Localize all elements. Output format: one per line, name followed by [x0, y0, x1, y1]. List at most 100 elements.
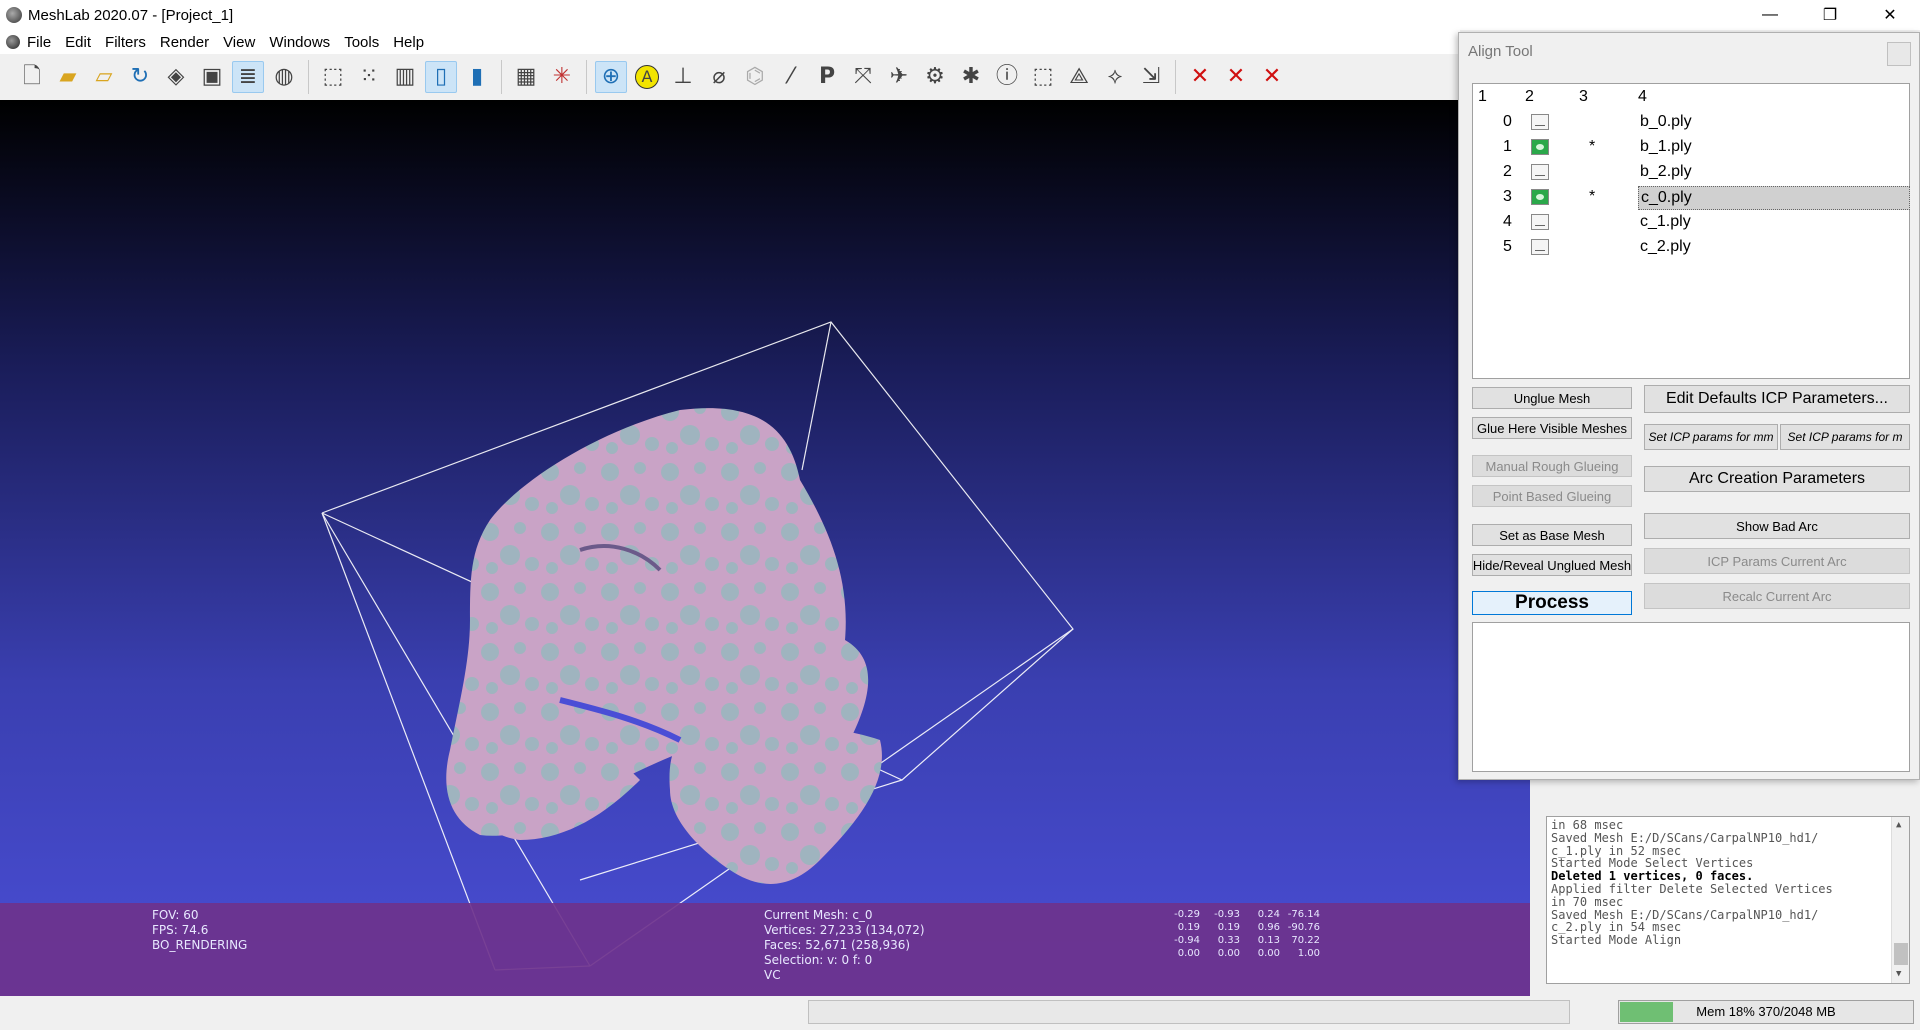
measure-icon[interactable]: ⊥	[667, 61, 699, 93]
p-icon[interactable]: P	[811, 61, 843, 93]
hide-reveal-unglued-button[interactable]: Hide/Reveal Unglued Mesh	[1472, 554, 1632, 576]
close-button[interactable]: ✕	[1860, 0, 1920, 30]
menu-windows[interactable]: Windows	[262, 34, 337, 51]
select-faces-icon[interactable]: ⬚	[1027, 61, 1059, 93]
unglue-mesh-button[interactable]: Unglue Mesh	[1472, 387, 1632, 409]
menu-edit[interactable]: Edit	[58, 34, 98, 51]
visibility-toggle-icon[interactable]	[1531, 214, 1549, 230]
select-conn-icon[interactable]: ⇲	[1135, 61, 1167, 93]
glued-marker: *	[1589, 188, 1596, 205]
log-scrollbar[interactable]: ▲ ▼	[1891, 817, 1909, 983]
mesh-name[interactable]: c_0.ply	[1638, 186, 1910, 210]
scroll-thumb[interactable]	[1894, 943, 1908, 965]
select-vertices-icon[interactable]: ⟁	[1063, 61, 1095, 93]
menu-filters[interactable]: Filters	[98, 34, 153, 51]
flat-icon[interactable]: ▯	[425, 61, 457, 93]
manual-rough-glueing-button[interactable]: Manual Rough Glueing	[1472, 455, 1632, 477]
menu-render[interactable]: Render	[153, 34, 216, 51]
smooth-icon[interactable]: ▮	[461, 61, 493, 93]
status-message-field	[808, 1000, 1570, 1024]
glue-visible-meshes-button[interactable]: Glue Here Visible Meshes	[1472, 417, 1632, 439]
mesh-name[interactable]: b_0.ply	[1638, 111, 1910, 133]
vertices-label: Vertices: 27,233 (134,072)	[764, 923, 925, 937]
point-based-glueing-button[interactable]: Point Based Glueing	[1472, 485, 1632, 507]
set-base-mesh-button[interactable]: Set as Base Mesh	[1472, 524, 1632, 546]
mesh-row[interactable]: 1 * b_1.ply	[1473, 135, 1909, 160]
axis-icon[interactable]: ✳	[546, 61, 578, 93]
menu-view[interactable]: View	[216, 34, 262, 51]
visibility-toggle-icon[interactable]	[1531, 114, 1549, 130]
delete-all-icon[interactable]: ✕	[1256, 61, 1288, 93]
maximize-button[interactable]: ❐	[1800, 0, 1860, 30]
panel-float-button[interactable]	[1887, 42, 1911, 66]
icp-params-current-arc-button[interactable]: ICP Params Current Arc	[1644, 548, 1910, 574]
brush-icon[interactable]: ⁄	[775, 61, 807, 93]
mesh-row[interactable]: 5 c_2.ply	[1473, 235, 1909, 260]
trackball-icon[interactable]: ⊕	[595, 61, 627, 93]
align-info-area[interactable]	[1472, 622, 1910, 772]
show-bad-arc-button[interactable]: Show Bad Arc	[1644, 513, 1910, 539]
mesh-name[interactable]: b_1.ply	[1638, 136, 1910, 158]
points-icon[interactable]: ⁙	[353, 61, 385, 93]
wireframe-icon[interactable]: ▥	[389, 61, 421, 93]
menu-tools[interactable]: Tools	[337, 34, 386, 51]
icp-params-m-button[interactable]: Set ICP params for m	[1780, 424, 1910, 450]
vc-label: VC	[764, 968, 781, 982]
matrix-cell: 1.00	[1297, 948, 1320, 959]
mesh-row[interactable]: 0 b_0.ply	[1473, 110, 1909, 135]
log-lines: in 68 msec Saved Mesh E:/D/SCans/CarpalNP…	[1551, 819, 1905, 947]
open-project-icon[interactable]: ▰	[52, 61, 84, 93]
snapshot-icon[interactable]: ▣	[196, 61, 228, 93]
layers-icon[interactable]: ≣	[232, 61, 264, 93]
arc-creation-parameters-button[interactable]: Arc Creation Parameters	[1644, 466, 1910, 492]
new-project-icon[interactable]: 🗋	[16, 61, 48, 93]
meshlab-window: MeshLab 2020.07 - [Project_1] — ❐ ✕ File…	[0, 0, 1920, 1030]
reload-icon[interactable]: ↻	[124, 61, 156, 93]
mesh-name[interactable]: c_2.ply	[1638, 236, 1910, 258]
mesh-name[interactable]: b_2.ply	[1638, 161, 1910, 183]
matrix-cell: 0.19	[1177, 922, 1200, 933]
toolbar-separator	[308, 60, 309, 94]
info-icon[interactable]: ⓘ	[991, 61, 1023, 93]
icp-params-mm-button[interactable]: Set ICP params for mm	[1644, 424, 1778, 450]
scroll-up-icon[interactable]: ▲	[1896, 819, 1901, 832]
annotate-icon[interactable]: A	[631, 61, 663, 93]
column-header: 4	[1638, 88, 1647, 105]
matrix-cell: 0.19	[1217, 922, 1240, 933]
mesh-row[interactable]: 3 * c_0.ply	[1473, 185, 1910, 210]
process-button[interactable]: Process	[1472, 591, 1632, 615]
bbox-icon[interactable]: ⬚	[317, 61, 349, 93]
mesh-name[interactable]: c_1.ply	[1638, 211, 1910, 233]
mesh-row[interactable]: 2 b_2.ply	[1473, 160, 1909, 185]
log-panel[interactable]: in 68 msec Saved Mesh E:/D/SCans/CarpalNP…	[1546, 816, 1910, 984]
system-menu-icon[interactable]	[6, 35, 20, 49]
3d-viewport[interactable]: FOV: 60 FPS: 74.6 BO_RENDERING Current M…	[0, 100, 1530, 996]
render-icon[interactable]: ◍	[268, 61, 300, 93]
align-icon[interactable]: ✈	[883, 61, 915, 93]
visibility-toggle-icon[interactable]	[1531, 239, 1549, 255]
reference-icon[interactable]: ⚙	[919, 61, 951, 93]
select-icon[interactable]: ⤧	[847, 61, 879, 93]
visibility-toggle-icon[interactable]	[1531, 189, 1549, 205]
menu-file[interactable]: File	[20, 34, 58, 51]
select-connected-icon[interactable]: ⟡	[1099, 61, 1131, 93]
visibility-toggle-icon[interactable]	[1531, 164, 1549, 180]
delete-vertices-icon[interactable]: ✕	[1220, 61, 1252, 93]
delete-faces-icon[interactable]: ✕	[1184, 61, 1216, 93]
mesh-row[interactable]: 4 c_1.ply	[1473, 210, 1909, 235]
color-icon[interactable]: ▦	[510, 61, 542, 93]
paint-icon[interactable]: ⌀	[703, 61, 735, 93]
minimize-button[interactable]: —	[1740, 0, 1800, 30]
recalc-current-arc-button[interactable]: Recalc Current Arc	[1644, 583, 1910, 609]
open-mesh-icon[interactable]: ▱	[88, 61, 120, 93]
pickpoints-icon[interactable]: ⌬	[739, 61, 771, 93]
save-icon[interactable]: ◈	[160, 61, 192, 93]
mesh-info: Current Mesh: c_0 Vertices: 27,233 (134,…	[764, 908, 925, 983]
visibility-toggle-icon[interactable]	[1531, 139, 1549, 155]
mesh-tree[interactable]: 1 2 3 4 0 b_0.ply 1 * b_1.ply 2 b_2.ply 3 * c_0.p…	[1472, 83, 1910, 379]
edit-icp-parameters-button[interactable]: Edit Defaults ICP Parameters...	[1644, 385, 1910, 413]
menu-help[interactable]: Help	[386, 34, 431, 51]
matrix-cell: -0.93	[1214, 909, 1240, 920]
scroll-down-icon[interactable]: ▼	[1896, 968, 1901, 981]
georef-icon[interactable]: ✱	[955, 61, 987, 93]
